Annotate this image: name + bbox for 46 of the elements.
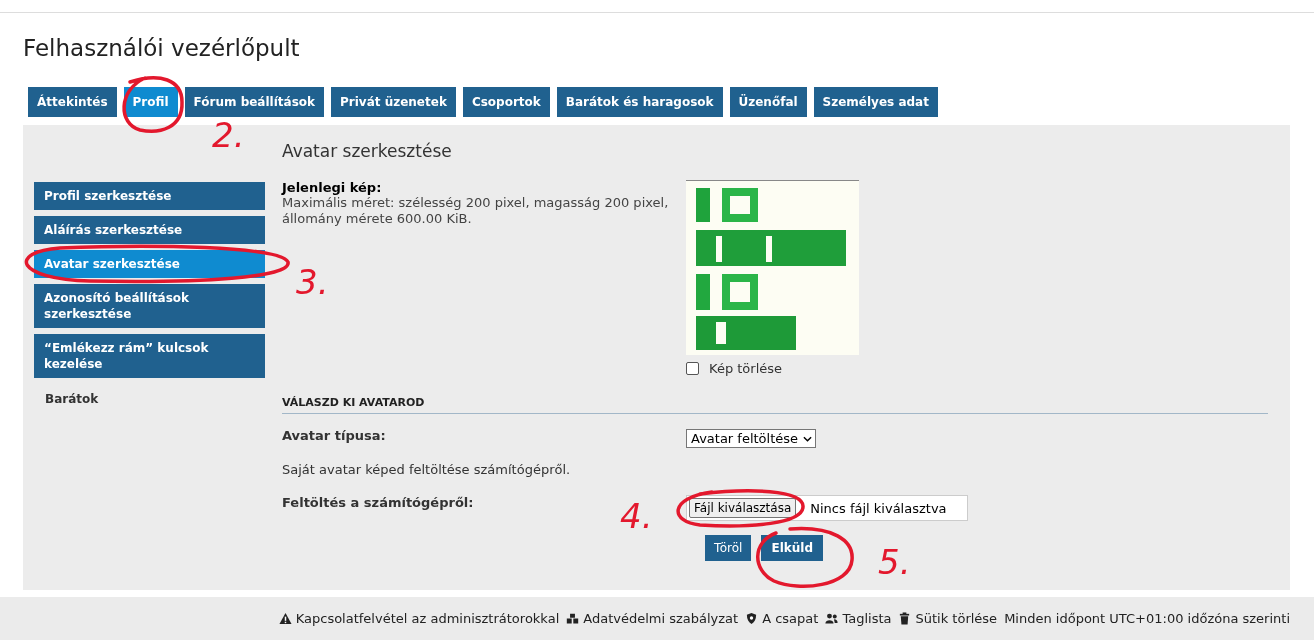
tab[interactable]: Profil [123, 87, 178, 117]
reset-button[interactable]: Töröl [705, 535, 752, 561]
sidebar-heading: Barátok [44, 391, 100, 408]
annotation-number: 5. [878, 542, 911, 582]
annotation-number: 3. [296, 262, 329, 302]
file-status: Nincs fájl kiválasztva [810, 500, 947, 516]
file-field[interactable]: Fájl kiválasztása Nincs fájl kiválasztva [686, 495, 968, 521]
tab[interactable]: Fórum beállítások [184, 87, 324, 117]
field-label: Feltöltés a számítógépről: [282, 495, 474, 510]
footer-link[interactable]: Taglista [825, 611, 892, 626]
trash-icon [898, 612, 912, 625]
tab[interactable]: Privát üzenetek [331, 87, 456, 117]
section-heading: VÁLASZD KI AVATAROD [282, 396, 1268, 414]
submit-button[interactable]: Elküld [761, 535, 823, 561]
timezone-text: Minden időpont UTC+01:00 időzóna szerinti [1004, 611, 1290, 626]
tab[interactable]: Személyes adat [813, 87, 938, 117]
checkbox[interactable] [686, 362, 699, 375]
shield-icon [745, 612, 759, 625]
footer-link[interactable]: A csapat [745, 611, 819, 626]
avatar-type-dropdown[interactable]: Avatar feltöltése [686, 429, 817, 448]
page-title: Felhasználói vezérlőpult [23, 35, 301, 63]
field-label: Jelenlegi kép: [282, 180, 383, 195]
footer-link[interactable]: Adatvédelmi szabályzat [566, 611, 739, 626]
users-icon [825, 612, 839, 625]
section-title: Avatar szerkesztése [282, 140, 453, 162]
sidebar-item[interactable]: Azonosító beállítások szerkesztése [34, 284, 265, 328]
field-hint: Maximális méret: szélesség 200 pixel, magasság 200 pixel, állomány mérete 600.00 KiB. [282, 195, 670, 227]
annotation-number: 2. [212, 115, 245, 155]
tab[interactable]: Üzenőfal [729, 87, 807, 117]
tab[interactable]: Csoportok [462, 87, 550, 117]
cubes-icon [566, 612, 580, 625]
sidebar-item[interactable]: “Emlékezz rám” kulcsok kezelése [34, 334, 265, 378]
annotation-number: 4. [620, 496, 653, 536]
sidebar-item[interactable]: Aláírás szerkesztése [34, 216, 265, 244]
description-text: Saját avatar képed feltöltése számítógépről. [282, 462, 572, 477]
caret-icon [803, 435, 813, 442]
tab[interactable]: Barátok és haragosok [556, 87, 723, 117]
checkbox-label: Kép törlése [709, 361, 783, 376]
warning-icon [278, 612, 292, 625]
tab[interactable]: Áttekintés [28, 87, 117, 117]
choose-file-button[interactable]: Fájl kiválasztása [689, 498, 797, 518]
sidebar-item[interactable]: Avatar szerkesztése [34, 250, 265, 278]
footer-link[interactable]: Kapcsolatfelvétel az adminisztrátorokkal [278, 611, 560, 626]
footer-link[interactable]: Sütik törlése [898, 611, 998, 626]
field-label: Avatar típusa: [282, 428, 386, 443]
sidebar-item[interactable]: Profil szerkesztése [34, 182, 265, 210]
